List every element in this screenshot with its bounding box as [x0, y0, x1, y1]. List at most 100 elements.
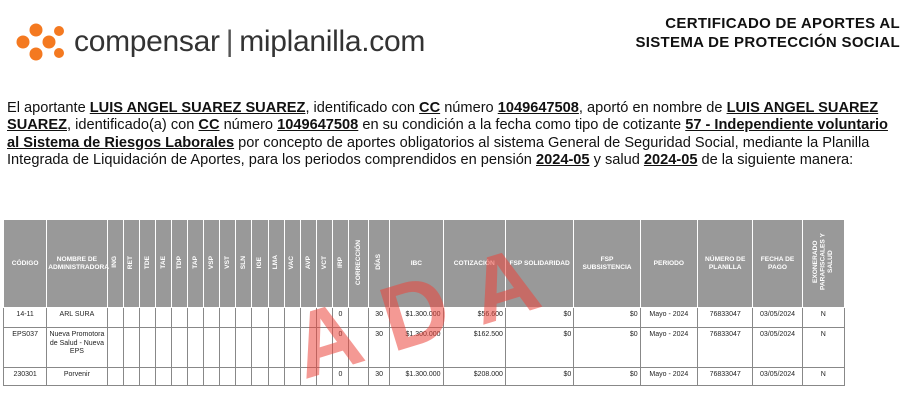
aportes-table-container: CÓDIGO NOMBRE DE ADMINISTRADORA ING RET …: [2, 219, 846, 386]
table-cell: [347, 307, 370, 328]
header-label: EXONERADO PARAFISCALES Y SALUD: [812, 233, 835, 291]
table-cell: [267, 327, 285, 368]
header-ing: ING: [106, 219, 124, 308]
table-cell: [283, 327, 301, 368]
compensar-logo-icon: [16, 23, 64, 61]
table-row: 14-11 ARL SURA 0 30 $1.300.000 $56.600 $0 $0 May…: [2, 307, 846, 328]
table-cell: [106, 367, 124, 386]
table-cell: Mayo - 2024: [639, 307, 699, 328]
table-cell: [347, 367, 370, 386]
table-cell: N: [801, 367, 846, 386]
table-cell: [235, 327, 253, 368]
statement-text: en su condición a la fecha como tipo de …: [358, 117, 686, 134]
header-label: CORRECCIÓN: [354, 239, 362, 285]
table-cell: $0: [504, 367, 575, 386]
table-cell: [154, 327, 172, 368]
table-cell: N: [801, 327, 846, 368]
logo-brand: compensar: [74, 25, 220, 58]
statement-text: número: [440, 100, 498, 116]
table-row: EPS037 Nueva Promotora de Salud - Nueva E…: [2, 327, 846, 368]
statement-text: , aportó en nombre de: [578, 100, 727, 116]
table-cell: [187, 327, 205, 368]
statement-paragraph: El aportante LUIS ANGEL SUAREZ SUAREZ, i…: [7, 100, 902, 169]
header-label: RET: [127, 255, 135, 269]
table-cell: [138, 327, 156, 368]
table-cell: $162.500: [442, 327, 506, 368]
table-cell: 0: [331, 307, 350, 328]
header-label: IRP: [336, 256, 344, 268]
table-cell: [235, 367, 253, 386]
header-numero-planilla: NÚMERO DE PLANILLA: [697, 219, 754, 308]
table-cell: [315, 367, 333, 386]
table-cell: [203, 367, 221, 386]
table-cell: [299, 327, 317, 368]
table-cell: [267, 307, 285, 328]
statement-text: El aportante: [7, 100, 90, 116]
header-vsp: VSP: [203, 219, 221, 308]
table-cell: [219, 307, 237, 328]
header-tae: TAE: [154, 219, 172, 308]
cotizante-doc-type: CC: [198, 117, 220, 134]
table-cell: 0: [331, 327, 350, 368]
aportante-doc-type: CC: [419, 100, 441, 116]
header-label: AVP: [304, 255, 312, 269]
header-tdp: TDP: [170, 219, 189, 308]
table-cell: ARL SURA: [46, 307, 108, 328]
table-cell: $0: [504, 327, 575, 368]
table-cell: [299, 367, 317, 386]
table-cell: [315, 307, 333, 328]
header-ige: IGE: [251, 219, 269, 308]
table-cell: [299, 307, 317, 328]
header-label: ING: [111, 256, 119, 269]
periodo-salud: 2024-05: [643, 151, 698, 168]
table-cell: [170, 327, 189, 368]
header-label: VCT: [320, 255, 328, 269]
periodo-pension: 2024-05: [535, 151, 590, 168]
table-cell: $1.300.000: [389, 327, 444, 368]
table-cell: 03/05/2024: [752, 327, 803, 368]
table-cell: [347, 327, 370, 368]
statement-text: , identificado(a) con: [67, 117, 199, 134]
header-correccion: CORRECCIÓN: [347, 219, 370, 308]
header-lma: LMA: [267, 219, 285, 308]
table-cell: [235, 307, 253, 328]
table-cell: [203, 307, 221, 328]
table-cell: [138, 367, 156, 386]
table-cell: $56.600: [442, 307, 506, 328]
header-dias: DÍAS: [368, 219, 391, 308]
table-cell: Mayo - 2024: [639, 367, 699, 386]
table-cell: [203, 327, 221, 368]
certificate-title-line-1: CERTIFICADO DE APORTES AL: [665, 15, 900, 32]
statement-text: número: [219, 117, 278, 134]
aportes-table: CÓDIGO NOMBRE DE ADMINISTRADORA ING RET …: [2, 219, 846, 386]
table-cell: [170, 307, 189, 328]
header-tap: TAP: [187, 219, 205, 308]
table-cell: 230301: [2, 367, 48, 386]
header-ret: RET: [122, 219, 140, 308]
compensar-logo: compensar | miplanilla.com: [14, 22, 425, 62]
table-cell: [106, 327, 124, 368]
table-cell: [251, 307, 269, 328]
table-cell: N: [801, 307, 846, 328]
header-avp: AVP: [299, 219, 317, 308]
table-cell: $0: [504, 307, 575, 328]
table-cell: $1.300.000: [389, 307, 444, 328]
table-cell: 0: [331, 367, 350, 386]
header-label: DÍAS: [375, 254, 383, 271]
table-cell: Nueva Promotora de Salud - Nueva EPS: [46, 327, 108, 368]
header-vct: VCT: [315, 219, 333, 308]
header-fecha-pago: FECHA DE PAGO: [752, 219, 803, 308]
header-ibc: IBC: [389, 219, 444, 308]
table-cell: $0: [573, 307, 641, 328]
table-cell: 14-11: [2, 307, 48, 328]
table-cell: [122, 327, 140, 368]
header-sln: SLN: [235, 219, 253, 308]
table-cell: [187, 307, 205, 328]
table-cell: [106, 307, 124, 328]
header-label: LMA: [272, 255, 280, 270]
statement-text: y salud: [589, 151, 644, 168]
table-cell: 30: [368, 367, 391, 386]
table-cell: [170, 367, 189, 386]
table-cell: 76833047: [697, 307, 754, 328]
header-fsp-solidaridad: FSP SOLIDARIDAD: [504, 219, 575, 308]
